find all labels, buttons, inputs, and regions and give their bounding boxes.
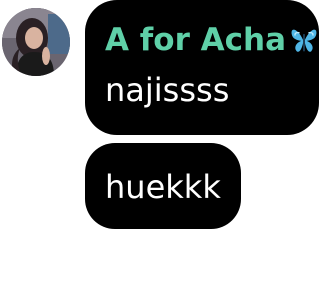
message-bubble[interactable]: A for Acha najissss: [85, 0, 319, 135]
avatar-photo-icon: [2, 8, 70, 76]
message-bubble[interactable]: huekkk: [85, 143, 241, 229]
sender-header: A for Acha: [105, 20, 319, 60]
butterfly-icon: [291, 29, 317, 52]
sender-avatar[interactable]: [2, 8, 70, 76]
sender-name: A for Acha: [105, 22, 287, 58]
message-text: huekkk: [105, 168, 221, 206]
chat-thread: A for Acha najissss huekkk: [0, 0, 320, 284]
message-text: najissss: [105, 71, 230, 109]
